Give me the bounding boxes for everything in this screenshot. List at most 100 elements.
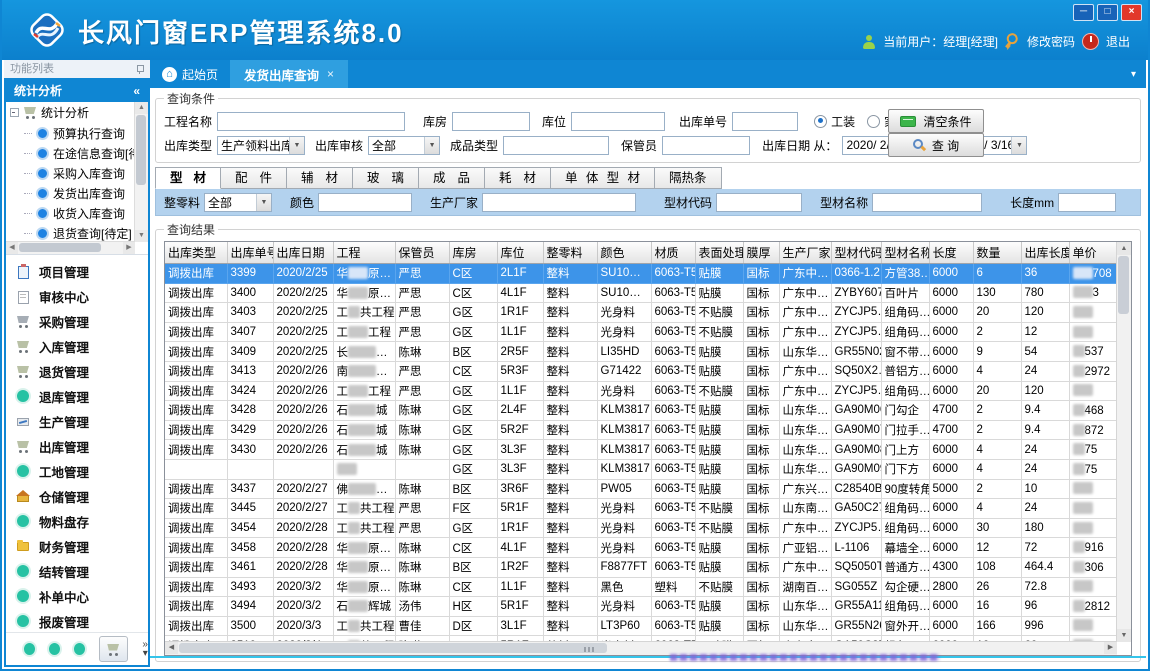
tree-item[interactable]: 采购入库查询	[6, 163, 135, 183]
order-no-input[interactable]	[732, 112, 798, 131]
whole-part-select[interactable]: 全部▼	[204, 193, 272, 212]
table-row[interactable]: 调拨出库34132020/2/26南…严思C区5R3F整料G714226063-…	[165, 361, 1117, 381]
tree-horizontal-scrollbar[interactable]: ◀ ▶	[6, 241, 135, 254]
tree-hscroll-thumb[interactable]	[19, 243, 101, 252]
tab-close-icon[interactable]: ×	[327, 67, 334, 81]
table-row[interactable]: 调拨出库34092020/2/25长…陈琳B区2R5F整料LI35HD6063-…	[165, 342, 1117, 362]
table-row[interactable]: 调拨出库34302020/2/26石城陈琳G区3L3F整料KLM38176063…	[165, 440, 1117, 460]
grid-vertical-scrollbar[interactable]: ▲ ▼	[1116, 242, 1131, 642]
table-row[interactable]: 调拨出库34292020/2/26石城陈琳G区5R2F整料KLM38176063…	[165, 420, 1117, 440]
table-row[interactable]: 调拨出库34612020/2/28华原…陈琳B区1R2F整料F8877FT606…	[165, 557, 1117, 577]
table-row[interactable]: 调拨出库34942020/3/2石辉城汤伟H区5R1F整料光身料6063-T5贴…	[165, 597, 1117, 617]
sidebar-item-出库管理[interactable]: 出库管理	[6, 434, 148, 459]
column-header-库房[interactable]: 库房	[449, 242, 497, 264]
tree-item[interactable]: 发货出库查询	[6, 183, 135, 203]
tab-overflow-caret-icon[interactable]: ▾	[1131, 69, 1146, 80]
sidebar-item-退库管理[interactable]: 退库管理	[6, 384, 148, 409]
column-header-颜色[interactable]: 颜色	[597, 242, 651, 264]
grid-horizontal-scrollbar[interactable]: ◀ ▶	[165, 641, 1117, 655]
table-row[interactable]: 调拨出库34542020/2/28工共工程严思G区1R1F整料光身料6063-T…	[165, 518, 1117, 538]
scroll-down-icon[interactable]: ▼	[1117, 629, 1131, 642]
material-tab-型材[interactable]: 型材	[155, 167, 221, 189]
column-header-型材名称[interactable]: 型材名称	[881, 242, 929, 264]
column-header-材质[interactable]: 材质	[651, 242, 695, 264]
footer-more-button[interactable]: » ▾	[142, 640, 148, 658]
column-header-数量[interactable]: 数量	[973, 242, 1021, 264]
scroll-left-icon[interactable]: ◀	[6, 242, 18, 254]
column-header-保管员[interactable]: 保管员	[395, 242, 449, 264]
column-header-出库类型[interactable]: 出库类型	[165, 242, 227, 264]
sidebar-item-审核中心[interactable]: 审核中心	[6, 284, 148, 309]
warehouse-input[interactable]	[452, 112, 530, 131]
scroll-up-icon[interactable]: ▲	[135, 102, 148, 114]
tree-expander-icon[interactable]	[10, 108, 19, 117]
sidebar-item-入库管理[interactable]: 入库管理	[6, 334, 148, 359]
color-input[interactable]	[318, 193, 412, 212]
scroll-left-icon[interactable]: ◀	[165, 642, 178, 654]
footer-dot-icon[interactable]	[49, 643, 60, 655]
project-name-input[interactable]	[217, 112, 405, 131]
sidebar-item-生产管理[interactable]: 生产管理	[6, 409, 148, 434]
tree-item[interactable]: 退货查询[待定]	[6, 223, 135, 242]
column-header-出库日期[interactable]: 出库日期	[273, 242, 333, 264]
sidebar-item-补单中心[interactable]: 补单中心	[6, 584, 148, 609]
sidebar-item-报废管理[interactable]: 报废管理	[6, 609, 148, 632]
table-row[interactable]: 调拨出库34932020/3/2华原…陈琳C区1L1F整料黑色塑料不贴膜国标湖南…	[165, 577, 1117, 597]
table-row[interactable]: 调拨出库35002020/3/3工共工程曹佳D区3L1F整料LT3P606063…	[165, 616, 1117, 636]
material-tab-玻璃[interactable]: 玻璃	[353, 167, 419, 189]
table-row[interactable]: 调拨出库33992020/2/25华原…严思C区2L1F整料SU10…6063-…	[165, 264, 1117, 284]
product-type-input[interactable]	[503, 136, 609, 155]
length-input[interactable]	[1058, 193, 1116, 212]
table-row[interactable]: 调拨出库34032020/2/25工共工程严思G区1R1F整料光身料6063-T…	[165, 303, 1117, 323]
sidebar-item-采购管理[interactable]: 采购管理	[6, 309, 148, 334]
table-row[interactable]: 调拨出库34282020/2/26石城陈琳G区2L4F整料KLM38176063…	[165, 401, 1117, 421]
tree-item[interactable]: 在途信息查询[待	[6, 143, 135, 163]
grid-vscroll-thumb[interactable]	[1118, 256, 1129, 314]
location-input[interactable]	[571, 112, 665, 131]
sidebar-item-结转管理[interactable]: 结转管理	[6, 559, 148, 584]
scroll-up-icon[interactable]: ▲	[1117, 242, 1131, 255]
column-header-型材代码[interactable]: 型材代码	[831, 242, 881, 264]
footer-dot-icon[interactable]	[24, 643, 35, 655]
scroll-right-icon[interactable]: ▶	[123, 242, 135, 254]
tree-vscroll-thumb[interactable]	[136, 115, 146, 185]
tree-root[interactable]: 统计分析	[6, 102, 135, 123]
keeper-input[interactable]	[662, 136, 750, 155]
tree-vertical-scrollbar[interactable]: ▲ ▼	[134, 102, 148, 242]
column-header-出库长度[interactable]: 出库长度	[1021, 242, 1069, 264]
column-header-长度[interactable]: 长度	[929, 242, 973, 264]
logout-link[interactable]: 退出	[1106, 33, 1130, 50]
maximize-button[interactable]: □	[1097, 4, 1118, 21]
column-header-整零料[interactable]: 整零料	[543, 242, 597, 264]
sidebar-item-财务管理[interactable]: 财务管理	[6, 534, 148, 559]
radio-gongzhuang[interactable]: 工装	[814, 113, 855, 130]
tab-home[interactable]: ⌂ 起始页	[150, 60, 230, 88]
scroll-down-icon[interactable]: ▼	[135, 230, 148, 242]
table-row[interactable]: 调拨出库34072020/2/25工工程严思G区1L1F整料光身料6063-T5…	[165, 322, 1117, 342]
grid-hscroll-thumb[interactable]	[179, 643, 607, 653]
change-password-link[interactable]: 修改密码	[1027, 33, 1075, 50]
material-tab-成品[interactable]: 成品	[419, 167, 485, 189]
table-row[interactable]: 调拨出库34002020/2/25华原…严思C区4L1F整料SU10…6063-…	[165, 283, 1117, 303]
manufacturer-input[interactable]	[482, 193, 636, 212]
table-row[interactable]: 调拨出库34582020/2/28华原…陈琳C区4L1F整料光身料6063-T5…	[165, 538, 1117, 558]
tab-shipment-outbound-query[interactable]: 发货出库查询 ×	[230, 60, 348, 88]
table-row[interactable]: 调拨出库34372020/2/27佛…陈琳B区3R6F整料PW056063-T5…	[165, 479, 1117, 499]
column-header-出库单号[interactable]: 出库单号	[227, 242, 273, 264]
column-header-单价[interactable]: 单价	[1069, 242, 1117, 264]
close-button[interactable]: ×	[1121, 4, 1142, 21]
tree-item[interactable]: 收货入库查询	[6, 203, 135, 223]
profile-code-input[interactable]	[716, 193, 802, 212]
clear-conditions-button[interactable]: 清空条件	[888, 109, 984, 133]
sidebar-item-工地管理[interactable]: 工地管理	[6, 459, 148, 484]
outbound-type-select[interactable]: 生产领料出库▼	[217, 136, 305, 155]
section-header-statistics[interactable]: 统计分析 «	[6, 80, 148, 102]
column-header-生产厂家[interactable]: 生产厂家	[779, 242, 831, 264]
profile-name-input[interactable]	[872, 193, 982, 212]
scroll-right-icon[interactable]: ▶	[1104, 642, 1117, 654]
outbound-audit-select[interactable]: 全部▼	[368, 136, 440, 155]
material-tab-耗材[interactable]: 耗材	[485, 167, 551, 189]
table-row[interactable]: 调拨出库34242020/2/26工工程严思G区1L1F整料光身料6063-T5…	[165, 381, 1117, 401]
sidebar-item-物料盘存[interactable]: 物料盘存	[6, 509, 148, 534]
sidebar-item-仓储管理[interactable]: 仓储管理	[6, 484, 148, 509]
